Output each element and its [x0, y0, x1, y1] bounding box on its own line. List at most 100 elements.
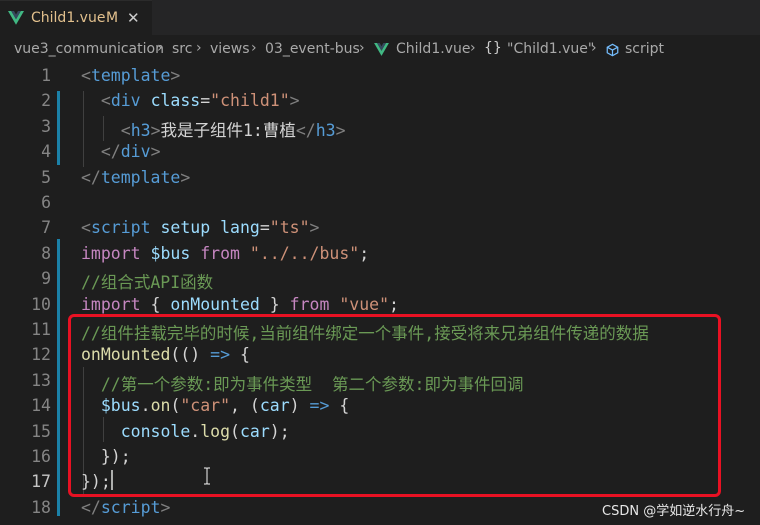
line-number: 16	[31, 447, 51, 466]
line-number: 8	[41, 243, 51, 263]
breadcrumb-item-src[interactable]: src	[172, 41, 192, 57]
code-token: <	[100, 91, 111, 111]
text-cursor	[111, 470, 113, 490]
code-token: setup	[160, 218, 211, 238]
code-token: "child1"	[210, 91, 290, 111]
code-token: }	[259, 294, 290, 314]
line-number: 6	[41, 193, 51, 212]
chevron-right-icon: ›	[157, 40, 163, 56]
line-number: 5	[41, 167, 51, 187]
code-token: </	[100, 142, 121, 162]
code-token: class	[150, 91, 201, 111]
breadcrumb-item-project[interactable]: vue3_communication	[14, 41, 164, 57]
code-token: "../../bus"	[249, 243, 360, 263]
breadcrumb-item-file[interactable]: Child1.vue	[396, 41, 470, 57]
code-token: div	[110, 91, 141, 111]
code-token: div	[120, 142, 151, 162]
code-token: import	[81, 243, 141, 263]
code-token: <	[81, 218, 91, 238]
chevron-right-icon: ›	[470, 40, 476, 56]
code-token: from	[289, 294, 330, 314]
code-token: >	[150, 120, 161, 140]
code-token: template	[90, 66, 171, 85]
line-code: </div>	[81, 142, 161, 161]
line-number: 13	[31, 370, 51, 390]
code-token: >	[160, 497, 171, 517]
vue-logo-icon	[8, 11, 24, 25]
line-code: <script setup lang="ts">	[81, 218, 319, 237]
line-code: import $bus from "../../bus";	[81, 244, 369, 263]
code-token: lang	[220, 218, 260, 238]
code-line[interactable]: 5 </template>	[0, 165, 760, 190]
code-line[interactable]: 3 <h3>我是子组件1:曹植</h3>	[0, 114, 760, 141]
code-line[interactable]: 9 //组合式API函数	[0, 266, 760, 293]
code-token: 我是子组件1:曹植	[160, 120, 296, 140]
code-line[interactable]: 6	[0, 190, 760, 215]
code-token: =	[200, 91, 211, 111]
code-token: >	[309, 218, 320, 238]
line-number: 15	[31, 421, 51, 441]
code-token: //组合式API函数	[81, 273, 214, 293]
code-token: onMounted	[170, 294, 260, 314]
code-token: >	[180, 167, 191, 187]
line-code: </template>	[81, 168, 190, 187]
code-token: >	[335, 120, 346, 140]
cube-icon	[606, 43, 619, 57]
code-line[interactable]: 8 import $bus from "../../bus";	[0, 241, 760, 266]
breadcrumb: vue3_communication › src › views › 03_ev…	[0, 35, 760, 63]
line-code: //组合式API函数	[81, 269, 213, 293]
vue-logo-icon	[374, 43, 389, 56]
line-number: 10	[31, 294, 51, 314]
breadcrumb-item-event-bus[interactable]: 03_event-bus	[265, 41, 360, 57]
chevron-right-icon: ›	[591, 40, 597, 56]
chevron-right-icon: ›	[196, 40, 202, 56]
code-token: "ts"	[269, 218, 310, 238]
code-line[interactable]: 4 </div>	[0, 139, 760, 164]
braces-icon: {}	[484, 40, 502, 56]
chevron-right-icon: ›	[251, 40, 257, 56]
close-icon[interactable]: ✕	[127, 9, 140, 27]
breadcrumb-item-views[interactable]: views	[210, 41, 250, 57]
line-number: 4	[41, 142, 51, 162]
code-line[interactable]: 7 <script setup lang="ts">	[0, 215, 760, 240]
code-token: ;	[359, 243, 370, 263]
tab-title: Child1.vue	[31, 10, 106, 26]
breadcrumb-item-component[interactable]: "Child1.vue"	[507, 41, 594, 57]
code-token: import	[81, 294, 141, 314]
line-code: <h3>我是子组件1:曹植</h3>	[81, 117, 346, 141]
line-number: 9	[41, 269, 51, 289]
code-token: ;	[389, 294, 399, 314]
line-number: 3	[41, 116, 51, 136]
code-token: >	[289, 91, 300, 111]
line-number: 1	[41, 66, 51, 85]
code-token: $bus	[150, 243, 191, 263]
chevron-right-icon: ›	[359, 40, 365, 56]
code-token: </	[81, 497, 101, 517]
tab-bar: Child1.vue M ✕	[0, 0, 760, 35]
line-number: 17	[31, 472, 51, 492]
tab-child1-vue[interactable]: Child1.vue M ✕	[0, 0, 152, 35]
line-number: 12	[31, 345, 51, 365]
watermark: CSDN @学如逆水行舟~	[602, 504, 746, 519]
code-token: <	[81, 66, 91, 85]
code-line[interactable]: 2 <div class="child1">	[0, 88, 760, 113]
code-token: h3	[315, 120, 336, 140]
line-code: <template>	[81, 66, 180, 85]
line-code: </script>	[81, 498, 170, 517]
code-token: =	[259, 218, 270, 238]
line-number: 18	[31, 497, 51, 517]
line-code: <div class="child1">	[81, 91, 300, 110]
code-token: "vue"	[339, 294, 389, 314]
code-token: from	[200, 243, 240, 263]
code-line[interactable]: 1 <template>	[0, 63, 760, 88]
breadcrumb-item-script[interactable]: script	[625, 41, 664, 57]
line-number: 7	[41, 218, 51, 238]
code-token: >	[150, 142, 161, 162]
